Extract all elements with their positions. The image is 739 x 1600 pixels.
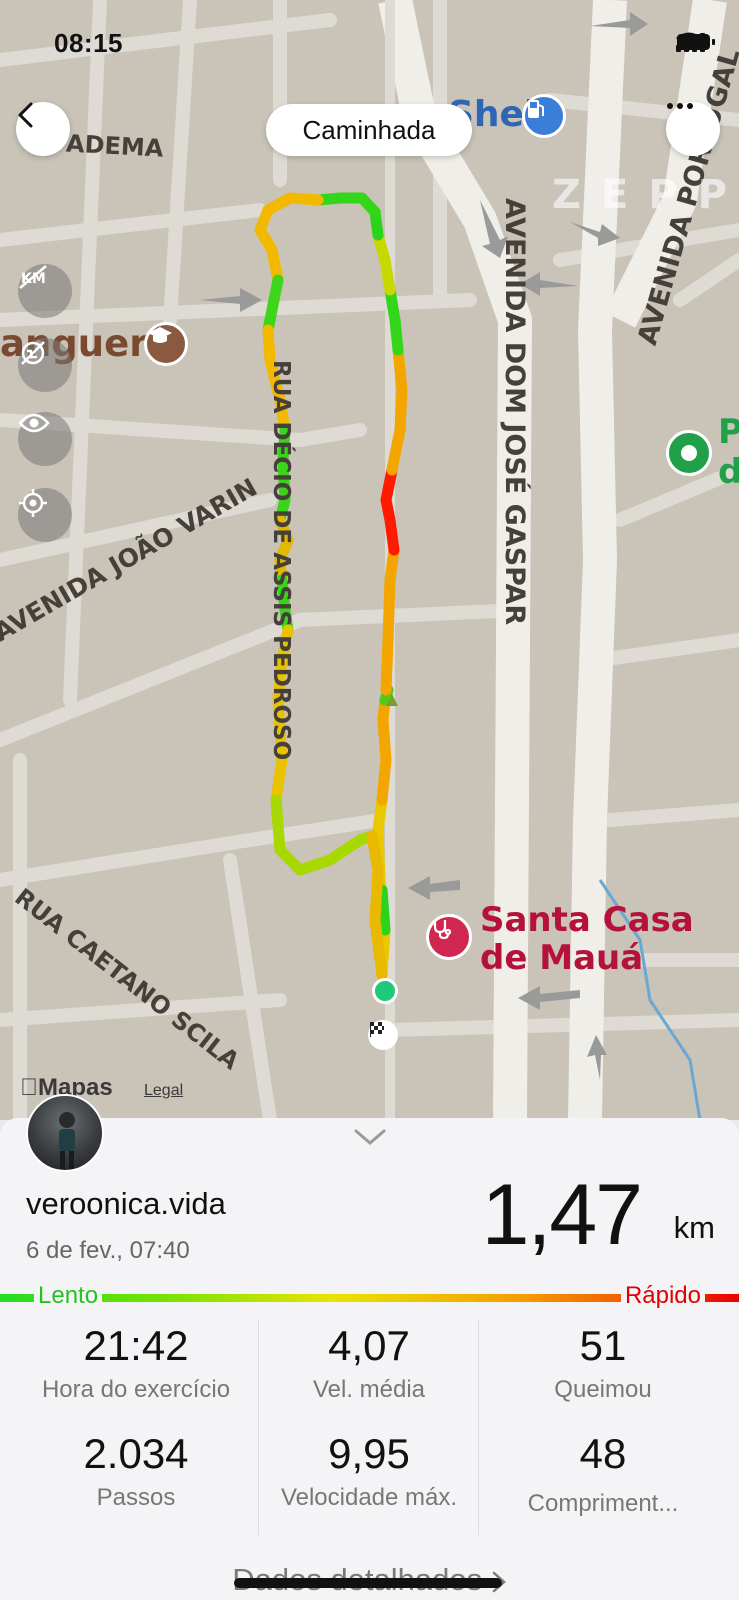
street-label-decio: RUA DÉCIO DE ASSIS PEDROSO — [268, 360, 294, 761]
shell-fuel-icon[interactable] — [522, 94, 566, 138]
distance-value: 1,47 — [481, 1167, 643, 1263]
activity-type-pill[interactable]: Caminhada — [266, 104, 472, 156]
route-map[interactable]: ADEMA RUA DÉCIO DE ASSIS PEDROSO AVENIDA… — [0, 0, 739, 1120]
username: veroonica.vida — [26, 1186, 226, 1221]
collapse-sheet-button[interactable] — [354, 1128, 386, 1151]
back-arrow-icon — [18, 102, 33, 128]
back-button[interactable] — [16, 102, 70, 156]
locate-icon — [19, 489, 47, 517]
speed-legend-slow: Lento — [34, 1282, 103, 1310]
poi-label-park-d: d — [718, 452, 739, 492]
stat-label: Vel. média — [312, 1376, 426, 1403]
avatar[interactable] — [26, 1094, 104, 1172]
distance-unit: km — [673, 1210, 715, 1245]
legal-link[interactable]: Legal — [144, 1082, 183, 1100]
stat-label: Velocidade máx. — [280, 1484, 458, 1511]
stat-steps: 2.034 Passos — [16, 1430, 256, 1512]
chevron-down-icon — [354, 1129, 386, 1145]
poi-label-hospital-line2: de Mauá — [480, 938, 644, 978]
more-options-button[interactable] — [666, 102, 720, 156]
km-marker-toggle-icon: KM — [19, 265, 47, 289]
hide-route-icon — [21, 341, 45, 365]
stat-value: 48 — [579, 1430, 627, 1477]
stat-value: 4,07 — [328, 1322, 410, 1369]
home-indicator[interactable] — [234, 1578, 502, 1588]
stat-avg-speed: 4,07 Vel. média — [249, 1322, 489, 1404]
park-icon[interactable] — [666, 430, 712, 476]
poi-label-park-p: P — [718, 412, 739, 452]
finish-flag-icon — [368, 1020, 398, 1050]
battery-icon — [677, 34, 715, 50]
status-icons — [676, 32, 715, 52]
school-icon[interactable] — [144, 322, 188, 366]
stat-value: 51 — [579, 1322, 627, 1369]
stat-stride-length: 48 Compriment... — [483, 1430, 723, 1518]
zepp-watermark: ZEPP — [552, 172, 739, 218]
status-time: 08:15 — [54, 28, 123, 58]
stat-max-speed: 9,95 Velocidade máx. — [249, 1430, 489, 1512]
visibility-icon — [18, 413, 50, 433]
hide-route-button[interactable] — [18, 338, 72, 392]
activity-date: 6 de fev., 07:40 — [26, 1237, 190, 1264]
locate-button[interactable] — [18, 488, 72, 542]
km-marker-toggle-button[interactable]: KM — [18, 264, 72, 318]
speed-legend-fast: Rápido — [620, 1282, 705, 1310]
start-point-icon — [372, 978, 398, 1004]
stat-value: 2.034 — [83, 1430, 189, 1477]
stat-value: 21:42 — [83, 1322, 189, 1369]
street-label-adema: ADEMA — [65, 129, 165, 163]
poi-label-hospital-line1: Santa Casa — [480, 900, 694, 940]
stat-value: 9,95 — [328, 1430, 410, 1477]
stat-label: Compriment... — [527, 1490, 679, 1517]
stat-calories: 51 Queimou — [483, 1322, 723, 1404]
stat-exercise-time: 21:42 Hora do exercício — [16, 1322, 256, 1404]
visibility-button[interactable] — [18, 412, 72, 466]
more-options-icon — [667, 103, 693, 109]
stat-label: Hora do exercício — [41, 1376, 231, 1403]
hospital-icon[interactable] — [426, 914, 472, 960]
street-label-dom-jose-gaspar: AVENIDA DOM JOSÉ GASPAR — [499, 198, 530, 626]
stat-label: Passos — [96, 1484, 176, 1511]
stat-label: Queimou — [554, 1376, 652, 1403]
